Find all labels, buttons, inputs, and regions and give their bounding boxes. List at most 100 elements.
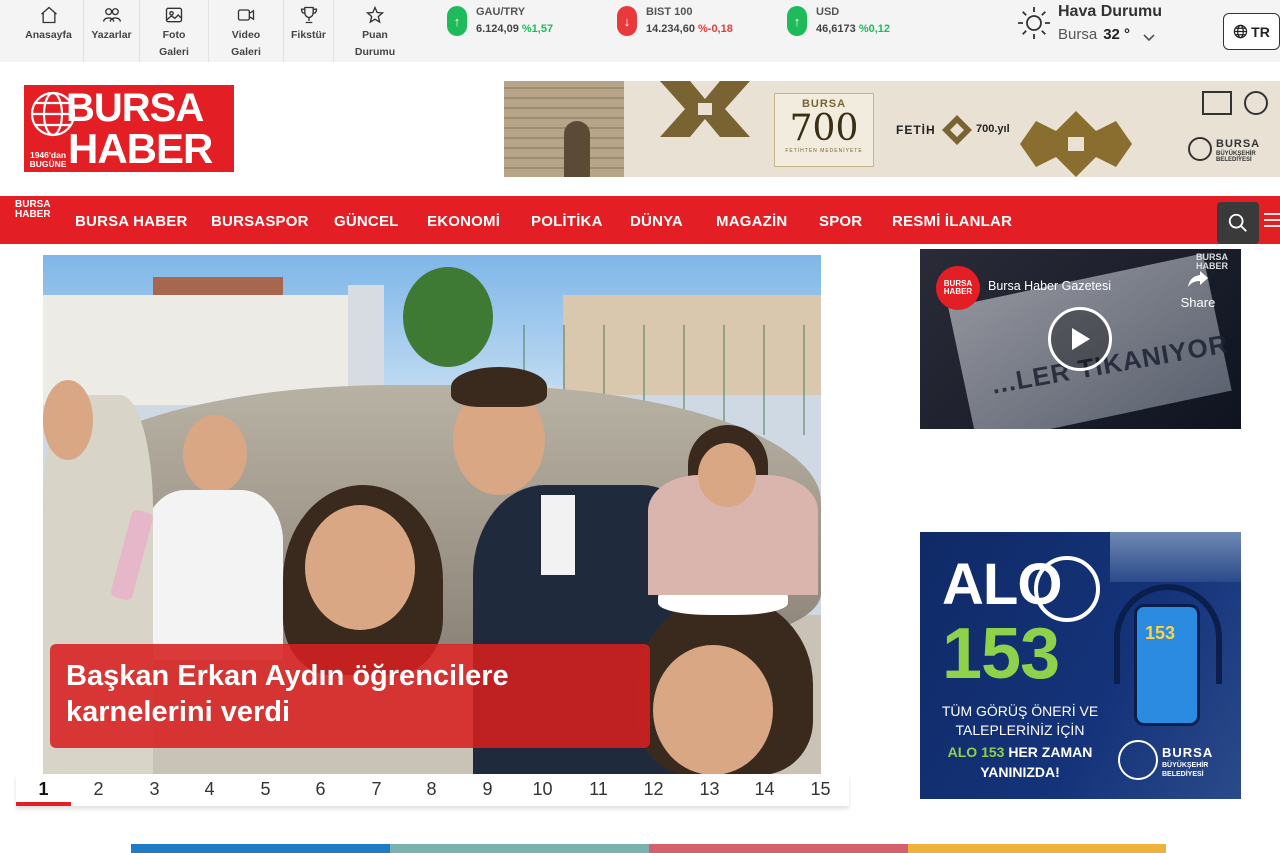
ticker-usd[interactable]: ↑ USD 46,6173 %0,12 bbox=[787, 4, 890, 38]
video-embed[interactable]: ...LER TIKANIYOR BURSA HABER Bursa Haber… bbox=[920, 249, 1241, 429]
channel-avatar[interactable]: BURSA HABER bbox=[936, 266, 980, 310]
smartphone-icon: 153 bbox=[1134, 604, 1200, 726]
hero-tower bbox=[348, 285, 384, 395]
nav-item-resmi-ilanlar[interactable]: RESMİ İLANLAR bbox=[892, 196, 1012, 244]
nav-item-bursa-haber[interactable]: BURSA HABER bbox=[75, 196, 187, 244]
nav-item-politika[interactable]: POLİTİKA bbox=[531, 196, 603, 244]
banner-org-line2: BÜYÜKŞEHİR BELEDİYESİ bbox=[1216, 151, 1256, 163]
ticker-name: GAU/TRY bbox=[476, 6, 526, 18]
ornament-small-icon bbox=[942, 115, 972, 145]
slider-page[interactable]: 11 bbox=[571, 774, 626, 806]
hero-head bbox=[43, 380, 93, 460]
arrow-up-icon: ↑ bbox=[787, 6, 807, 36]
phone-screen-number: 153 bbox=[1145, 623, 1176, 643]
slider-page[interactable]: 4 bbox=[182, 774, 237, 806]
slider-page[interactable]: 14 bbox=[737, 774, 792, 806]
slider-page[interactable]: 10 bbox=[515, 774, 570, 806]
ad-line4: YANINIZDA! bbox=[980, 764, 1060, 780]
quick-link-fixture[interactable]: Fikstür bbox=[284, 0, 334, 62]
headline-caption[interactable]: Başkan Erkan Aydın öğrencilere karneleri… bbox=[50, 644, 650, 748]
hero-roof bbox=[153, 277, 283, 295]
ticker-change: %-0,18 bbox=[698, 23, 733, 35]
banner-fetih-years: 700.yıl bbox=[976, 123, 1010, 135]
slider-page[interactable]: 13 bbox=[682, 774, 737, 806]
nav-item-bursaspor[interactable]: BURSASPOR bbox=[211, 196, 309, 244]
ad-org-sub: BÜYÜKŞEHİR BELEDİYESİ bbox=[1162, 761, 1208, 779]
hero-person-white bbox=[143, 490, 283, 660]
nav-item-guncel[interactable]: GÜNCEL bbox=[334, 196, 399, 244]
main-nav: BURSA HABER BURSA HABER BURSASPOR GÜNCEL… bbox=[0, 196, 1280, 244]
logo-line1: BURSA bbox=[66, 86, 204, 130]
users-icon bbox=[102, 8, 121, 22]
share-button[interactable]: Share bbox=[1178, 267, 1218, 310]
ad-text-block: TÜM GÖRÜŞ ÖNERİ VE TALEPLERİNİZ İÇİN bbox=[920, 702, 1120, 740]
weather-temp: 32 ° bbox=[1103, 26, 1131, 43]
ad-line3-rest: HER ZAMAN bbox=[1004, 744, 1093, 760]
logo-est-line2: BUGÜNE bbox=[29, 159, 67, 169]
municipality-seal-icon bbox=[1188, 137, 1212, 161]
category-strip-red bbox=[649, 844, 908, 853]
hamburger-menu-icon[interactable] bbox=[1262, 212, 1280, 228]
photo-icon bbox=[165, 7, 183, 23]
ticker-value: 14.234,60 bbox=[646, 23, 695, 35]
slider-page[interactable]: 3 bbox=[127, 774, 182, 806]
quick-link-home[interactable]: Anasayfa bbox=[14, 0, 84, 62]
play-icon bbox=[1072, 328, 1090, 350]
alo-153-ad[interactable]: ALO 153 153 TÜM GÖRÜŞ ÖNERİ VE TALEPLERİ… bbox=[920, 532, 1241, 799]
mini-logo-line2: HABER bbox=[15, 209, 51, 220]
hero-hair-main bbox=[451, 367, 547, 407]
ad-text-block-bold: ALO 153 HER ZAMAN YANINIZDA! bbox=[920, 742, 1120, 782]
quick-link-authors[interactable]: Yazarlar bbox=[84, 0, 140, 62]
slider-page[interactable]: 15 bbox=[793, 774, 848, 806]
slider-page[interactable]: 7 bbox=[349, 774, 404, 806]
quick-link-label: Fikstür bbox=[290, 29, 326, 41]
banner-arch bbox=[564, 121, 590, 177]
slider-page[interactable]: 8 bbox=[404, 774, 459, 806]
ad-line1: TÜM GÖRÜŞ ÖNERİ VE bbox=[941, 703, 1099, 719]
search-icon bbox=[1228, 213, 1247, 232]
ad-line2: TALEPLERİNİZ İÇİN bbox=[955, 722, 1085, 738]
weather-widget[interactable]: Hava Durumu Bursa 32 ° bbox=[1016, 2, 1162, 48]
sun-icon bbox=[1018, 7, 1050, 39]
category-strip-yellow bbox=[908, 844, 1166, 853]
video-channel-title[interactable]: Bursa Haber Gazetesi bbox=[988, 279, 1111, 293]
slider-page[interactable]: 6 bbox=[293, 774, 348, 806]
hero-head bbox=[698, 443, 756, 507]
slider-page[interactable]: 2 bbox=[71, 774, 126, 806]
ticker-value: 6.124,09 bbox=[476, 23, 519, 35]
ticker-gold[interactable]: ↑ GAU/TRY 6.124,09 %1,57 bbox=[447, 4, 553, 38]
slider-page[interactable]: 1 bbox=[16, 774, 71, 806]
ticker-bist[interactable]: ↓ BIST 100 14.234,60 %-0,18 bbox=[617, 4, 733, 38]
ad-phone-ring-icon bbox=[1034, 556, 1100, 622]
logo-line2: HABER bbox=[68, 125, 213, 172]
ticker-change: %0,12 bbox=[858, 23, 891, 35]
banner-number: 700 bbox=[789, 108, 859, 149]
site-logo[interactable]: BURSA HABER 1946'dan BUGÜNE bbox=[24, 85, 234, 172]
ornament-motif-icon bbox=[1020, 111, 1132, 177]
avatar-line2: HABER bbox=[943, 287, 973, 296]
slider-page[interactable]: 9 bbox=[460, 774, 515, 806]
language-button[interactable]: TR bbox=[1223, 13, 1280, 50]
search-button[interactable] bbox=[1217, 202, 1259, 244]
nav-item-ekonomi[interactable]: EKONOMİ bbox=[427, 196, 500, 244]
quick-link-standings[interactable]: Puan Durumu bbox=[334, 0, 416, 62]
play-button[interactable] bbox=[1048, 307, 1112, 371]
slider-page[interactable]: 12 bbox=[626, 774, 681, 806]
arrow-up-icon: ↑ bbox=[447, 6, 467, 36]
hero-shirt bbox=[541, 495, 575, 575]
quick-link-photo-gallery[interactable]: Foto Galeri bbox=[140, 0, 209, 62]
nav-mini-logo[interactable]: BURSA HABER bbox=[15, 200, 51, 220]
top-banner-ad[interactable]: BURSA 700 FETİHTEN MEDENİYETE FETİH 700.… bbox=[504, 81, 1280, 177]
nav-item-spor[interactable]: SPOR bbox=[819, 196, 862, 244]
chevron-down-icon[interactable] bbox=[1142, 30, 1156, 44]
hero-head-girl bbox=[305, 505, 415, 630]
ticker-change: %1,57 bbox=[521, 23, 554, 35]
ad-org-line3: BELEDİYESİ bbox=[1162, 771, 1204, 778]
share-icon bbox=[1188, 271, 1208, 287]
slider-page[interactable]: 5 bbox=[238, 774, 293, 806]
nav-item-magazin[interactable]: MAGAZİN bbox=[716, 196, 787, 244]
ad-skyline bbox=[1110, 532, 1241, 582]
nav-item-dunya[interactable]: DÜNYA bbox=[630, 196, 683, 244]
quick-link-video-gallery[interactable]: Video Galeri bbox=[209, 0, 284, 62]
quick-link-label: Puan Durumu bbox=[354, 29, 396, 58]
